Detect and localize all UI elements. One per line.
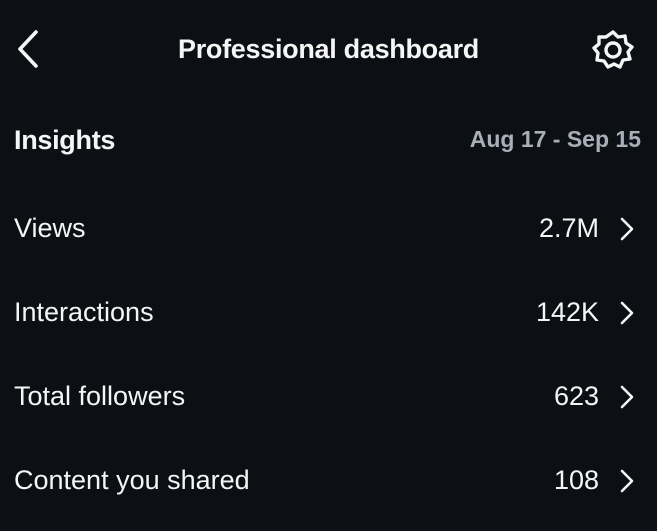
metric-row-views[interactable]: Views 2.7M (0, 187, 657, 271)
chevron-right-icon (620, 301, 634, 325)
date-range[interactable]: Aug 17 - Sep 15 (470, 122, 641, 156)
metric-value: 623 (553, 381, 599, 411)
metric-label: Views (14, 213, 86, 243)
settings-button[interactable] (588, 26, 638, 76)
metric-label: Content you shared (14, 465, 250, 495)
chevron-right-icon (620, 469, 634, 493)
metric-value: 142K (535, 297, 599, 327)
metrics-list: Views 2.7M Interactions 142K Total follo… (0, 187, 657, 523)
page-title: Professional dashboard (178, 34, 479, 64)
metric-value: 108 (553, 465, 599, 495)
metric-row-total-followers[interactable]: Total followers 623 (0, 355, 657, 439)
metric-label: Interactions (14, 297, 154, 327)
chevron-right-icon (620, 385, 634, 409)
gear-icon (592, 30, 634, 69)
chevron-right-icon (620, 217, 634, 241)
insights-header: Insights Aug 17 - Sep 15 (0, 116, 657, 162)
metric-value: 2.7M (538, 213, 599, 243)
header-bar: Professional dashboard (0, 0, 657, 100)
metric-row-interactions[interactable]: Interactions 142K (0, 271, 657, 355)
insights-title: Insights (14, 125, 116, 155)
metric-label: Total followers (14, 381, 186, 411)
metric-row-content-shared[interactable]: Content you shared 108 (0, 439, 657, 523)
